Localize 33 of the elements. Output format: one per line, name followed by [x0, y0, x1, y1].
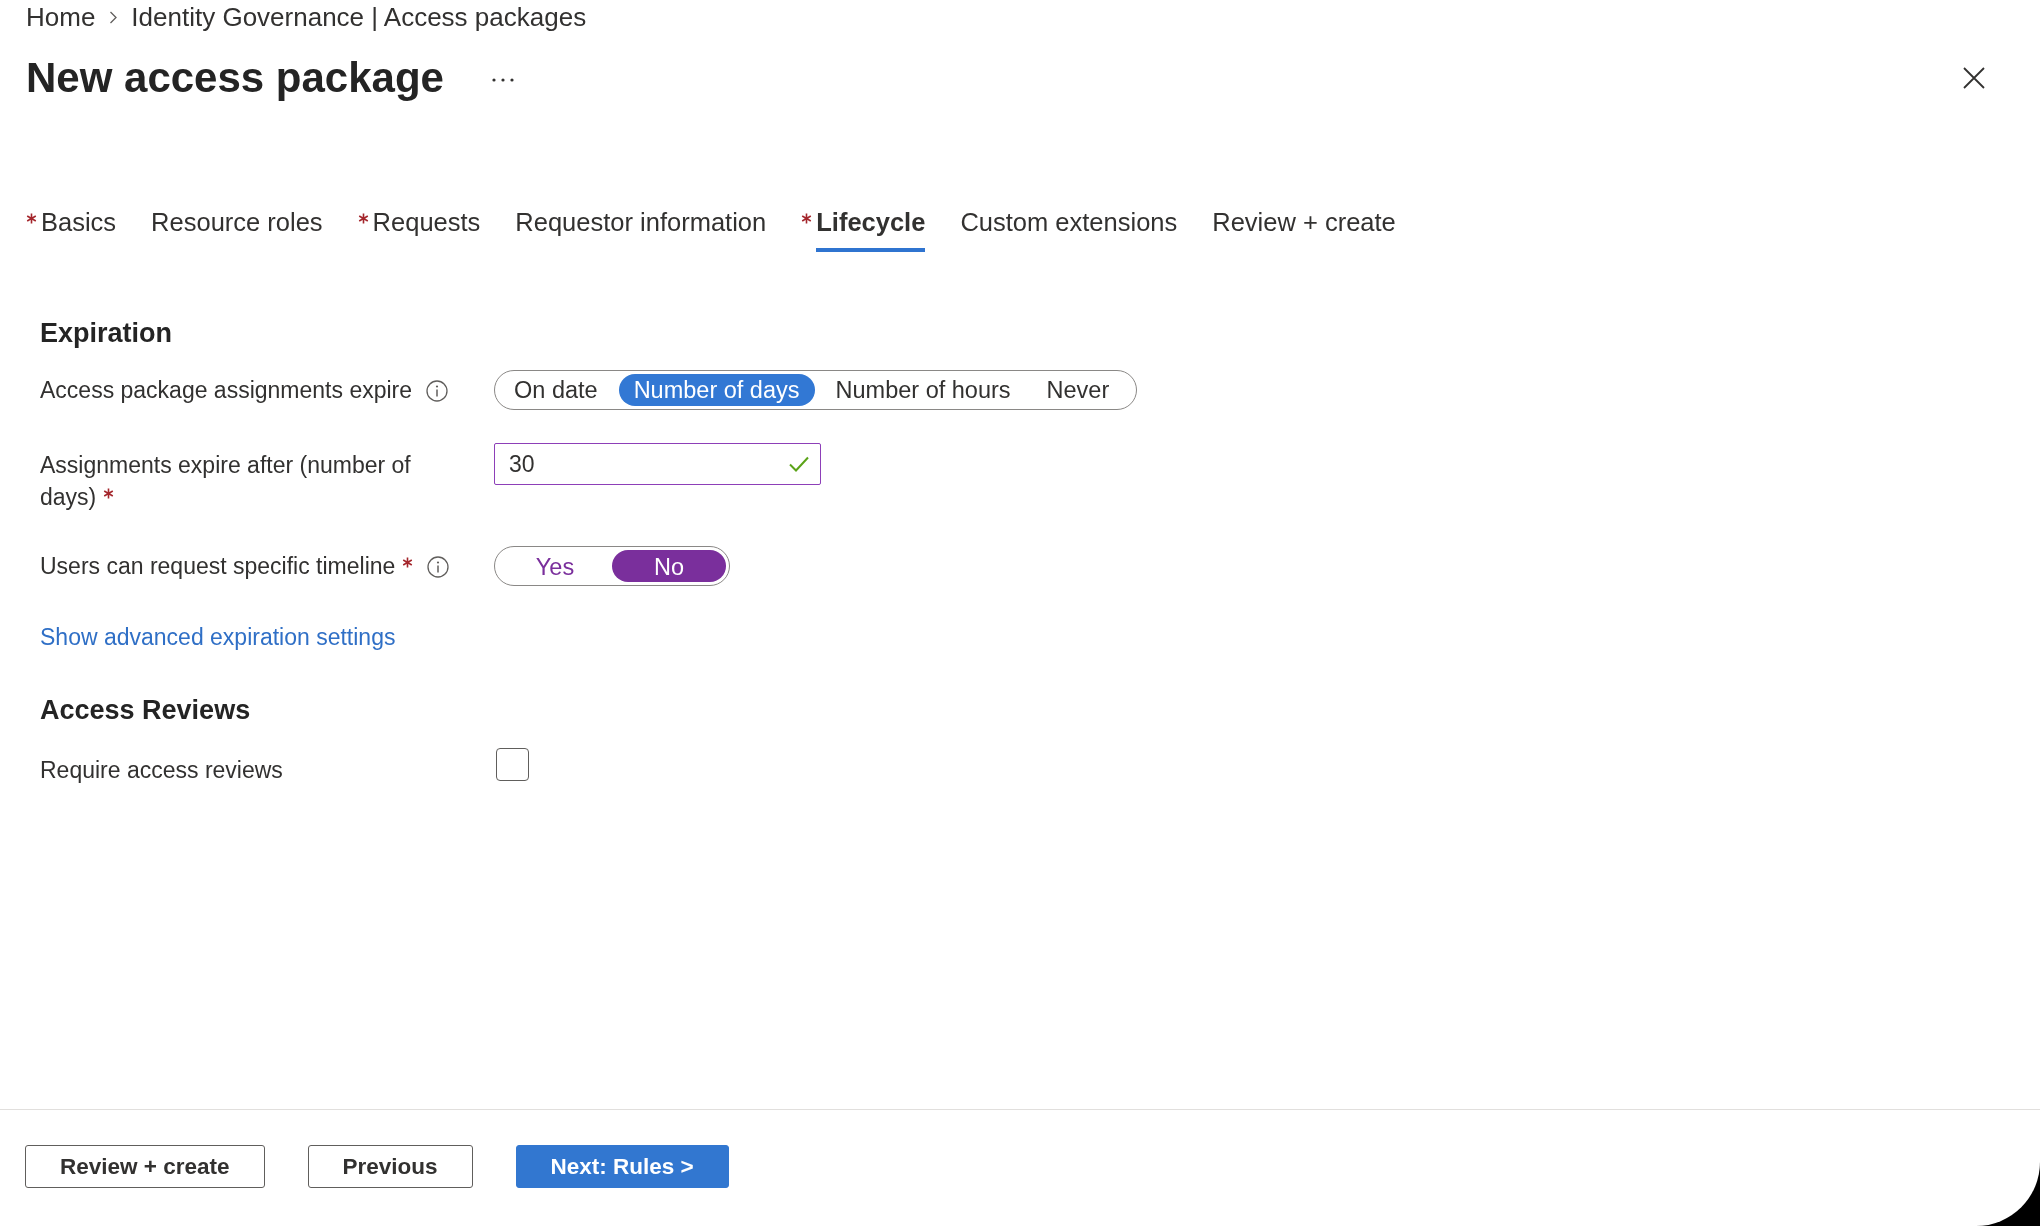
more-options-icon[interactable]: [491, 78, 514, 82]
section-heading: Expiration: [40, 317, 173, 350]
section-heading: Access Reviews: [40, 694, 251, 727]
footer-button[interactable]: Next: Rules >: [515, 1145, 729, 1188]
tab[interactable]: Custom extensions: [960, 205, 1178, 252]
tab[interactable]: Lifecycle: [801, 205, 926, 252]
segment-option[interactable]: Never: [1031, 374, 1125, 406]
tab[interactable]: Review + create: [1212, 205, 1396, 252]
info-icon[interactable]: [427, 556, 450, 578]
segment-option[interactable]: Number of days: [618, 374, 815, 406]
tab[interactable]: Resource roles: [151, 205, 323, 252]
tab[interactable]: Requestor information: [515, 205, 767, 252]
number-input-field[interactable]: 30: [494, 443, 821, 485]
toggle-option[interactable]: Yes: [498, 550, 612, 582]
checkbox[interactable]: [496, 748, 529, 781]
toggle-option[interactable]: No: [612, 550, 726, 582]
page-title: New access package: [26, 53, 444, 103]
close-icon[interactable]: [1963, 67, 1985, 89]
breadcrumb-link[interactable]: Home: [26, 0, 96, 34]
field-label: Assignments expire after (number of days): [40, 452, 411, 510]
breadcrumb-link[interactable]: Identity Governance | Access packages: [131, 0, 587, 34]
segment-option[interactable]: On date: [499, 374, 613, 406]
field-label: Users can request specific timeline: [40, 553, 396, 579]
field-label: Access package assignments expire: [40, 377, 413, 403]
tab[interactable]: Requests: [357, 205, 481, 252]
expand-settings-link[interactable]: Show advanced expiration settings: [40, 621, 396, 653]
info-icon[interactable]: [426, 380, 449, 402]
chevron-right-icon: [109, 10, 118, 24]
footer-button[interactable]: Previous: [307, 1145, 473, 1188]
segment-option[interactable]: Number of hours: [820, 374, 1026, 406]
tab[interactable]: Basics: [26, 205, 117, 252]
footer-button[interactable]: Review + create: [25, 1145, 265, 1188]
field-label: Require access reviews: [40, 757, 283, 783]
